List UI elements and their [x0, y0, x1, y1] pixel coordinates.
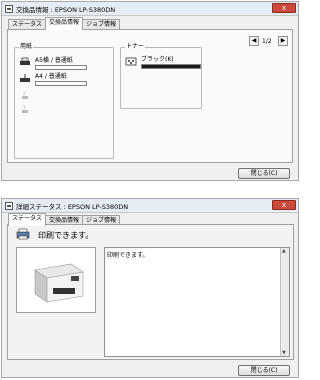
tray-icon: [19, 57, 31, 67]
tab-panel: ◀ 1/2 ▶ 用紙 A5横 / 普通紙 A4 / 普通紙 2 3 トナー ブラ…: [7, 29, 293, 163]
paper-group-label: 用紙: [19, 43, 34, 51]
tray-row: A5横 / 普通紙: [19, 57, 87, 70]
next-page-button[interactable]: ▶: [278, 36, 288, 46]
tab-panel: 印刷できます。 印刷できます。 ▲ ▼: [7, 224, 294, 360]
tray-row: A4 / 普通紙: [19, 73, 87, 86]
tray-level-bar: [35, 81, 87, 86]
tab-status[interactable]: ステータス: [8, 213, 47, 226]
scroll-down-icon[interactable]: ▼: [282, 350, 286, 356]
toner-row: ブラック(K): [125, 56, 201, 69]
printer-picture: [17, 248, 95, 312]
toner-label: ブラック(K): [141, 56, 174, 63]
close-button[interactable]: 閉じる(C): [238, 168, 290, 179]
toner-level-bar: [141, 64, 201, 69]
tray-disabled-icon: 3: [19, 105, 31, 115]
paper-group: 用紙 A5横 / 普通紙 A4 / 普通紙 2 3: [14, 43, 114, 159]
status-detail-box: 印刷できます。 ▲ ▼: [104, 247, 290, 357]
prev-page-button[interactable]: ◀: [249, 36, 259, 46]
supplies-window: 交換品情報 : EPSON LP-S380DN x ステータス 交換品情報 ジョ…: [1, 1, 299, 181]
svg-text:3: 3: [23, 105, 26, 110]
page-indicator: 1/2: [262, 38, 272, 45]
status-detail-text: 印刷できます。: [107, 252, 149, 259]
printer-app-icon: [5, 4, 13, 13]
scroll-up-icon[interactable]: ▲: [282, 248, 286, 254]
detail-scrollbar[interactable]: ▲ ▼: [280, 248, 289, 356]
window-title: 詳細ステータス : EPSON LP-S380DN: [16, 202, 129, 211]
tray-row: 3: [19, 105, 35, 115]
toner-group-label: トナー: [125, 43, 146, 51]
status-window: 詳細ステータス : EPSON LP-S380DN x ステータス 交換品情報 …: [1, 198, 299, 378]
tray-label: A5横 / 普通紙: [35, 57, 73, 64]
window-title: 交換品情報 : EPSON LP-S380DN: [16, 5, 116, 14]
tray-row: 2: [19, 91, 35, 101]
toner-group: トナー ブラック(K): [120, 43, 202, 109]
close-window-button[interactable]: x: [272, 3, 296, 13]
tray-level-bar: [35, 65, 87, 70]
tab-supplies[interactable]: 交換品情報: [45, 17, 84, 30]
title-bar: 交換品情報 : EPSON LP-S380DN x: [2, 2, 298, 16]
title-bar: 詳細ステータス : EPSON LP-S380DN x: [2, 199, 298, 213]
close-window-button[interactable]: x: [272, 200, 296, 210]
printer-image: [16, 247, 96, 313]
printer-status-icon: [16, 228, 30, 240]
tray-icon: [19, 73, 31, 83]
toner-icon: [125, 56, 137, 66]
svg-text:2: 2: [23, 91, 26, 96]
tray-label: A4 / 普通紙: [35, 73, 67, 80]
close-button[interactable]: 閉じる(C): [238, 365, 290, 376]
printer-app-icon: [5, 201, 13, 210]
tray-disabled-icon: 2: [19, 91, 31, 101]
status-message: 印刷できます。: [38, 231, 94, 240]
